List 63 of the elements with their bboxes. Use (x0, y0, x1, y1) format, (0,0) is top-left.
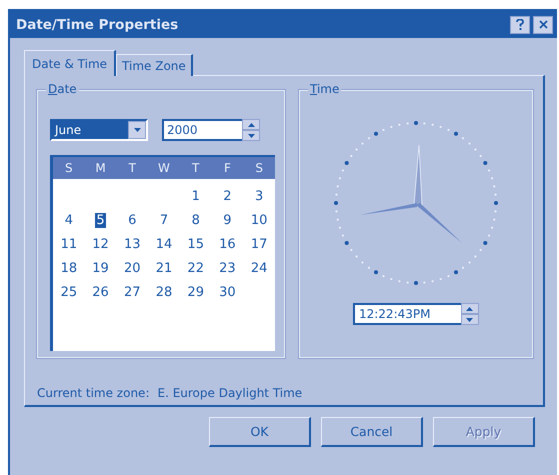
weekday-label: M (94, 161, 107, 175)
weekday-label: S (64, 161, 74, 175)
calendar-day[interactable]: 7 (158, 212, 170, 228)
calendar-day[interactable]: 21 (154, 260, 174, 276)
up-arrow-icon (248, 122, 254, 126)
time-zone-value: E. Europe Daylight Time (157, 386, 302, 400)
calendar-day[interactable]: 10 (250, 212, 268, 228)
help-button[interactable] (510, 16, 530, 34)
dialog-button[interactable]: OK (209, 417, 311, 447)
calendar-day[interactable]: 3 (254, 188, 264, 204)
calendar-day[interactable]: 30 (218, 284, 237, 300)
calendar-day[interactable]: 1 (190, 188, 201, 204)
calendar-day[interactable]: 13 (123, 236, 142, 252)
calendar-day[interactable]: 24 (250, 260, 268, 276)
tab[interactable]: Date & Time (24, 50, 116, 76)
calendar-day[interactable]: 28 (154, 284, 174, 300)
close-button[interactable] (533, 16, 553, 34)
month-dropdown[interactable]: June (50, 119, 148, 141)
spin-up-button[interactable] (242, 119, 260, 130)
weekday-label: T (191, 161, 200, 175)
calendar-day[interactable]: 9 (222, 212, 233, 228)
calendar-day[interactable]: 14 (154, 236, 174, 252)
dialog-button[interactable]: Cancel (321, 417, 423, 447)
calendar-day[interactable]: 5 (95, 212, 106, 228)
calendar-day[interactable]: 12 (91, 236, 110, 252)
calendar-day[interactable]: 23 (218, 260, 237, 276)
down-arrow-icon (466, 318, 474, 322)
weekday-label: W (157, 161, 171, 175)
year-field[interactable]: 2000 (162, 119, 242, 141)
time-zone-label: Current time zone: (37, 386, 150, 400)
tab[interactable]: Time Zone (116, 54, 193, 76)
spin-down-button[interactable] (242, 130, 260, 141)
calendar-day[interactable]: 29 (186, 284, 205, 300)
calendar-day[interactable]: 2 (222, 188, 233, 204)
up-arrow-icon (466, 306, 474, 310)
spin-up-button[interactable] (460, 303, 479, 314)
calendar-day[interactable]: 17 (250, 236, 268, 252)
calendar-day[interactable]: 20 (123, 260, 142, 276)
calendar-day[interactable]: 18 (60, 260, 78, 276)
down-arrow-icon (248, 134, 254, 138)
group-label: Date (46, 82, 79, 96)
spin-down-button[interactable] (460, 314, 479, 325)
calendar-day[interactable]: 19 (91, 260, 110, 276)
weekday-label: T (128, 161, 137, 175)
close-icon (538, 20, 548, 29)
time-field[interactable]: 12:22:43PM (352, 303, 461, 325)
caret-icon (134, 128, 140, 132)
calendar-day[interactable]: 22 (186, 260, 205, 276)
weekday-label: S (254, 161, 264, 175)
calendar-day[interactable]: 25 (60, 284, 78, 300)
calendar-day[interactable]: 11 (60, 236, 78, 252)
calendar-day[interactable]: 4 (64, 212, 74, 228)
help-icon (516, 19, 524, 30)
weekday-label: F (222, 161, 232, 175)
calendar-day[interactable]: 26 (91, 284, 110, 300)
dropdown-button[interactable] (128, 121, 146, 139)
calendar-day[interactable]: 15 (186, 236, 205, 252)
window-title: Date/Time Properties (16, 16, 180, 32)
calendar-day[interactable]: 27 (123, 284, 142, 300)
calendar-day[interactable]: 6 (127, 212, 138, 228)
calendar-day[interactable]: 8 (190, 212, 201, 228)
calendar-day[interactable]: 16 (218, 236, 237, 252)
group-label: Time (308, 82, 342, 96)
